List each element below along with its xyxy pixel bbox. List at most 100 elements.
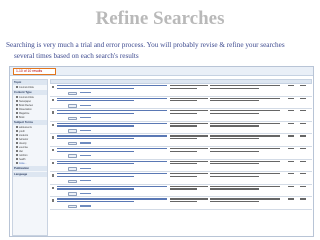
result-title[interactable] xyxy=(57,85,167,90)
result-title[interactable] xyxy=(57,173,167,178)
result-date xyxy=(288,185,294,187)
result-title[interactable] xyxy=(57,135,167,140)
facet-checkbox[interactable] xyxy=(16,150,18,153)
result-authors xyxy=(170,97,208,103)
results-toolbar: 1-10 of 10 results xyxy=(10,67,313,76)
result-source xyxy=(210,160,280,166)
full-text-button[interactable] xyxy=(68,116,77,121)
result-authors xyxy=(170,173,208,178)
result-checkbox[interactable] xyxy=(52,174,55,177)
add-to-folder-link[interactable] xyxy=(80,180,91,182)
result-checkbox[interactable] xyxy=(52,123,55,127)
result-pages xyxy=(300,173,306,175)
result-title[interactable] xyxy=(57,160,167,166)
add-to-folder-link[interactable] xyxy=(80,104,91,106)
facet-option-label: students xyxy=(19,134,29,137)
facet-heading[interactable]: Publication xyxy=(13,166,47,171)
facet-checkbox[interactable] xyxy=(16,96,18,99)
result-row[interactable] xyxy=(50,97,312,110)
facet-option-label: adolescents xyxy=(19,126,32,129)
result-checkbox[interactable] xyxy=(52,199,55,202)
result-row[interactable] xyxy=(50,134,312,147)
add-to-folder-link[interactable] xyxy=(80,142,91,144)
result-pages xyxy=(300,160,306,162)
facet-checkbox[interactable] xyxy=(16,112,18,115)
facet-checkbox[interactable] xyxy=(16,162,18,165)
full-text-button[interactable] xyxy=(68,154,77,158)
result-title[interactable] xyxy=(57,185,167,191)
facet-checkbox[interactable] xyxy=(16,146,18,149)
facet-heading[interactable]: Language xyxy=(13,172,47,177)
facet-checkbox[interactable] xyxy=(16,130,18,133)
refine-sidebar: Topic Journal Article Content Type Journal … xyxy=(12,79,48,236)
result-title[interactable] xyxy=(57,110,167,115)
result-authors xyxy=(170,198,208,203)
result-checkbox[interactable] xyxy=(52,148,55,152)
result-row[interactable] xyxy=(50,197,312,210)
result-date xyxy=(288,97,294,99)
result-checkbox[interactable] xyxy=(52,86,55,89)
facet-checkbox[interactable] xyxy=(16,138,18,141)
facet-checkbox[interactable] xyxy=(16,158,18,161)
facet-option-label: exercise xyxy=(19,146,28,149)
full-text-button[interactable] xyxy=(68,179,77,184)
slide-caption: Searching is very much a trial and error… xyxy=(6,40,316,62)
facet-option-label: Dissertation xyxy=(19,108,32,111)
full-text-button[interactable] xyxy=(68,192,77,196)
result-source xyxy=(210,135,280,140)
result-checkbox[interactable] xyxy=(52,186,55,190)
result-authors xyxy=(170,110,208,115)
result-date xyxy=(288,160,294,162)
full-text-button[interactable] xyxy=(68,167,77,171)
full-text-button[interactable] xyxy=(68,129,77,133)
result-row[interactable] xyxy=(50,122,312,135)
result-checkbox[interactable] xyxy=(52,111,55,114)
facet-heading[interactable]: Subject Terms xyxy=(13,120,47,125)
add-to-folder-link[interactable] xyxy=(80,205,91,207)
result-row[interactable] xyxy=(50,185,312,198)
result-title[interactable] xyxy=(57,122,167,128)
facet-checkbox[interactable] xyxy=(16,108,18,111)
full-text-button[interactable] xyxy=(68,141,77,146)
result-row[interactable] xyxy=(50,147,312,160)
add-to-folder-link[interactable] xyxy=(80,117,91,119)
facet-checkbox[interactable] xyxy=(16,104,18,107)
facet-checkbox[interactable] xyxy=(16,100,18,103)
results-count-box: 1-10 of 10 results xyxy=(13,68,56,75)
result-date xyxy=(288,198,294,200)
facet-option-label: Journal Article xyxy=(19,96,35,99)
result-checkbox[interactable] xyxy=(52,161,55,164)
facet-checkbox[interactable] xyxy=(16,116,18,119)
result-title[interactable] xyxy=(57,198,167,203)
result-date xyxy=(288,110,294,112)
facet-option-label: behavior xyxy=(19,138,29,141)
add-to-folder-link[interactable] xyxy=(80,129,91,131)
result-checkbox[interactable] xyxy=(52,136,55,139)
add-to-folder-link[interactable] xyxy=(80,92,91,94)
result-row[interactable] xyxy=(50,160,312,173)
result-pages xyxy=(300,97,306,99)
result-row[interactable] xyxy=(50,109,312,122)
facet-checkbox[interactable] xyxy=(16,134,18,137)
add-to-folder-link[interactable] xyxy=(80,192,91,194)
result-title[interactable] xyxy=(57,97,167,103)
facet-checkbox[interactable] xyxy=(16,142,18,145)
facet-checkbox[interactable] xyxy=(16,86,18,89)
result-checkbox[interactable] xyxy=(52,98,55,101)
facet-checkbox[interactable] xyxy=(16,154,18,157)
database-screenshot: 1-10 of 10 results Topic Journal Article C… xyxy=(9,66,314,237)
result-row[interactable] xyxy=(50,84,312,97)
facet-option-label: diet xyxy=(19,150,23,153)
add-to-folder-link[interactable] xyxy=(80,167,91,169)
full-text-button[interactable] xyxy=(68,204,77,209)
add-to-folder-link[interactable] xyxy=(80,154,91,157)
full-text-button[interactable] xyxy=(68,104,77,108)
result-row[interactable] xyxy=(50,172,312,185)
facet-heading[interactable]: Topic xyxy=(13,80,47,85)
facet-heading[interactable]: Content Type xyxy=(13,90,47,95)
facet-option-label: more... xyxy=(19,162,27,165)
result-title[interactable] xyxy=(57,147,167,153)
full-text-button[interactable] xyxy=(68,91,77,95)
result-source xyxy=(210,85,280,90)
facet-checkbox[interactable] xyxy=(16,126,18,129)
